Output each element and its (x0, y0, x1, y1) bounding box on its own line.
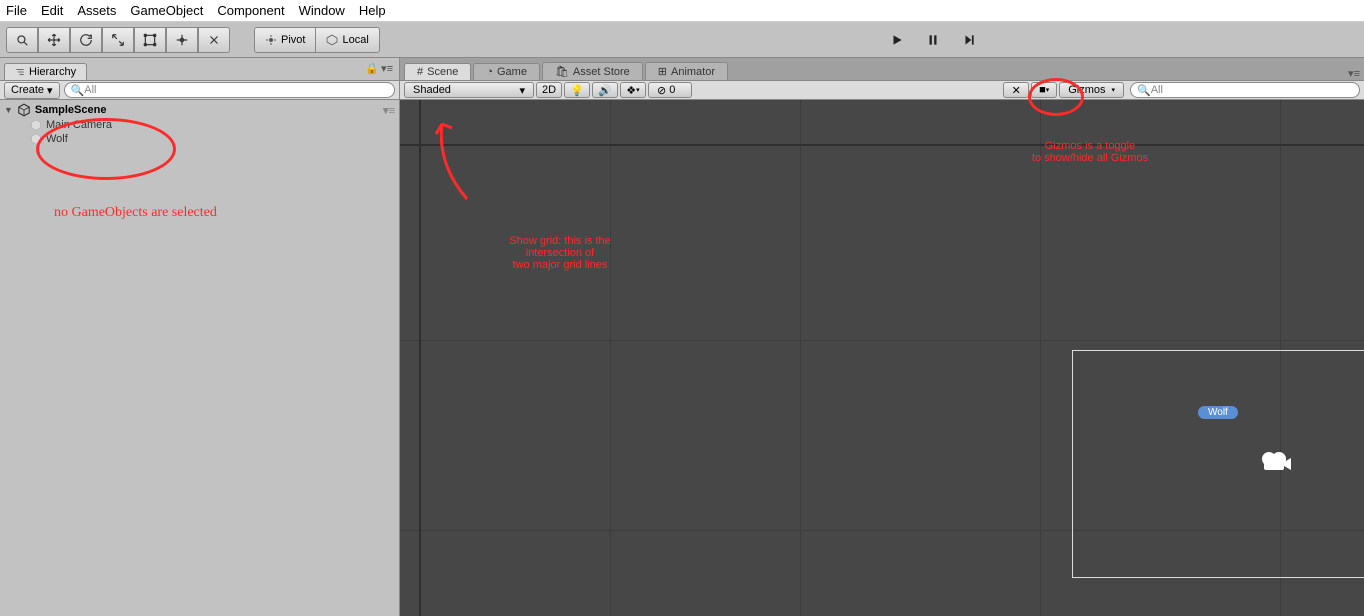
tab-asset-store[interactable]: 🛍 Asset Store (542, 62, 643, 80)
camera-settings[interactable]: ■▾ (1031, 82, 1057, 98)
fx-dropdown[interactable]: ❖▾ (620, 82, 646, 98)
eye-off-icon: ⊘ (657, 84, 666, 97)
pivot-toggle[interactable]: Pivot (254, 27, 316, 53)
step-button[interactable] (962, 33, 998, 47)
play-button[interactable] (890, 33, 926, 47)
search-icon: 🔍 (1137, 84, 1151, 97)
tab-game[interactable]: ◔ Game (473, 63, 540, 80)
scene-options-icon[interactable]: ▾≡ (383, 104, 395, 117)
local-label: Local (342, 34, 368, 46)
scene-name: SampleScene (35, 104, 107, 116)
menu-edit[interactable]: Edit (41, 3, 63, 18)
scale-tool[interactable] (102, 27, 134, 53)
rect-tool[interactable] (134, 27, 166, 53)
context-menu-icon[interactable]: ▾≡ (381, 62, 393, 75)
menubar: File Edit Assets GameObject Component Wi… (0, 0, 1364, 22)
hidden-count: 0 (669, 84, 675, 96)
create-label: Create (11, 84, 44, 96)
dropdown-arrow-icon: ▾ (519, 84, 525, 97)
rotate-tool[interactable] (70, 27, 102, 53)
scene-panel: # Scene ◔ Game 🛍 Asset Store ⊞ Animator ▾≡ S… (400, 58, 1364, 616)
scene-context-icon[interactable]: ▾≡ (1348, 67, 1360, 80)
tab-scene-label: Scene (427, 66, 458, 78)
hidden-objects[interactable]: ⊘0 (648, 82, 692, 98)
bulb-icon: 💡 (570, 84, 584, 97)
tools-icon: ✕ (1012, 84, 1021, 97)
transform-tools (6, 27, 230, 53)
cart-icon: 🛍 (555, 65, 569, 78)
hand-tool[interactable] (6, 27, 38, 53)
hierarchy-icon (15, 67, 25, 77)
scene-grid-icon: # (417, 66, 423, 78)
shading-label: Shaded (413, 84, 451, 96)
transform-tool[interactable] (166, 27, 198, 53)
gameobject-main-camera[interactable]: Main Camera (0, 118, 399, 132)
scene-search[interactable]: 🔍All (1130, 82, 1360, 98)
menu-window[interactable]: Window (299, 3, 345, 18)
scene-toolbar: Shaded▾ 2D 💡 🔊 ❖▾ ⊘0 ✕ ■▾ Gizmos▾ 🔍All (400, 80, 1364, 100)
pivot-label: Pivot (281, 34, 305, 46)
speaker-icon: 🔊 (598, 84, 612, 97)
unity-icon (17, 103, 31, 117)
animator-icon: ⊞ (658, 65, 667, 78)
scene-search-placeholder: All (1151, 84, 1163, 96)
main-toolbar: Pivot Local (0, 22, 1364, 58)
camera-gizmo-icon[interactable] (1262, 450, 1292, 472)
hierarchy-tab[interactable]: Hierarchy (4, 63, 87, 80)
camera-frustum (1072, 350, 1364, 578)
gameobject-label: Main Camera (46, 119, 112, 131)
stack-icon: ❖ (626, 84, 636, 97)
hierarchy-tab-row: Hierarchy 🔒 ▾≡ (0, 58, 399, 80)
camera-icon: ■ (1039, 84, 1046, 96)
tools-btn[interactable]: ✕ (1003, 82, 1029, 98)
gizmos-label: Gizmos (1068, 84, 1105, 96)
search-placeholder: All (84, 84, 96, 96)
shading-mode-dropdown[interactable]: Shaded ▾ (404, 82, 534, 98)
dropdown-arrow-icon: ▾ (1046, 86, 1050, 94)
gameobject-label: Wolf (46, 133, 68, 145)
hierarchy-search[interactable]: 🔍All (64, 82, 395, 98)
custom-tool[interactable] (198, 27, 230, 53)
scene-viewport[interactable]: Wolf (400, 100, 1364, 616)
hierarchy-panel: Hierarchy 🔒 ▾≡ Create▾ 🔍All ▼ SampleScen… (0, 58, 400, 616)
hierarchy-body[interactable]: ▼ SampleScene ▾≡ Main Camera Wolf (0, 100, 399, 616)
pivot-local-group: Pivot Local (254, 27, 380, 53)
create-dropdown[interactable]: Create▾ (4, 82, 60, 99)
move-tool[interactable] (38, 27, 70, 53)
hierarchy-tab-label: Hierarchy (29, 66, 76, 78)
dropdown-arrow-icon: ▾ (636, 86, 640, 94)
audio-toggle[interactable]: 🔊 (592, 82, 618, 98)
2d-label: 2D (542, 84, 556, 96)
scene-tab-row: # Scene ◔ Game 🛍 Asset Store ⊞ Animator ▾≡ (400, 58, 1364, 80)
menu-assets[interactable]: Assets (77, 3, 116, 18)
cube-icon (30, 119, 42, 131)
wolf-gizmo-label[interactable]: Wolf (1198, 406, 1238, 419)
search-icon: 🔍 (71, 84, 85, 97)
dropdown-arrow-icon: ▾ (47, 84, 53, 97)
tab-asset-store-label: Asset Store (573, 66, 630, 78)
cube-icon (30, 133, 42, 145)
lock-icon[interactable]: 🔒 (365, 62, 379, 75)
dropdown-arrow-icon: ▾ (1111, 86, 1115, 94)
hierarchy-toolbar: Create▾ 🔍All (0, 80, 399, 100)
gizmos-toggle[interactable]: Gizmos ▾ (1059, 82, 1124, 98)
pause-button[interactable] (926, 33, 962, 47)
tab-game-label: Game (497, 66, 527, 78)
expand-icon[interactable]: ▼ (4, 105, 13, 115)
menu-component[interactable]: Component (217, 3, 284, 18)
pacman-icon: ◔ (486, 66, 493, 78)
local-toggle[interactable]: Local (316, 27, 379, 53)
menu-gameobject[interactable]: GameObject (130, 3, 203, 18)
play-controls (890, 33, 998, 47)
2d-toggle[interactable]: 2D (536, 82, 562, 98)
lighting-toggle[interactable]: 💡 (564, 82, 590, 98)
scene-row[interactable]: ▼ SampleScene ▾≡ (0, 102, 399, 118)
gameobject-wolf[interactable]: Wolf (0, 132, 399, 146)
menu-file[interactable]: File (6, 3, 27, 18)
menu-help[interactable]: Help (359, 3, 386, 18)
tab-animator[interactable]: ⊞ Animator (645, 62, 728, 80)
tab-scene[interactable]: # Scene (404, 63, 471, 80)
tab-animator-label: Animator (671, 66, 715, 78)
